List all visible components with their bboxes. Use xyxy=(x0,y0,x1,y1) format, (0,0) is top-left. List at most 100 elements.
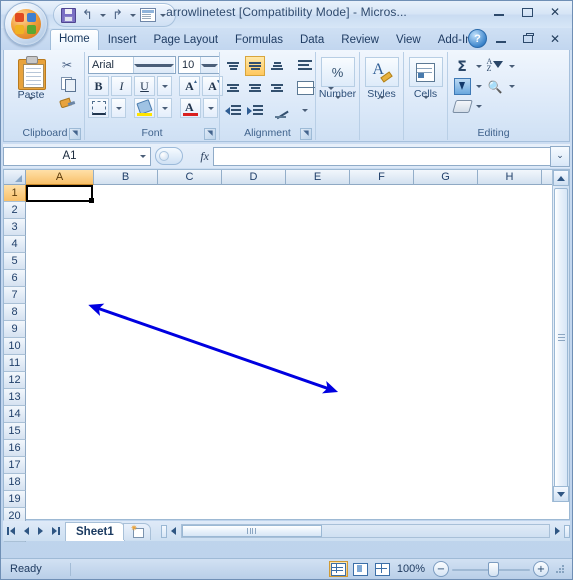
page-layout-view-button[interactable] xyxy=(351,561,370,577)
insert-function-icon[interactable]: fx xyxy=(200,149,209,164)
font-dialog-launcher[interactable]: ◥ xyxy=(204,128,216,140)
ribbon-group-cells[interactable]: Cells xyxy=(403,52,447,140)
column-header-f[interactable]: F xyxy=(350,170,414,185)
fill-color-dropdown[interactable] xyxy=(157,98,172,118)
select-all-button[interactable] xyxy=(4,170,26,185)
fill-button[interactable] xyxy=(451,77,473,96)
row-header-1[interactable]: 1 xyxy=(4,185,26,202)
row-header-7[interactable]: 7 xyxy=(4,287,26,304)
office-button[interactable] xyxy=(4,2,48,46)
row-header-14[interactable]: 14 xyxy=(4,406,26,423)
format-painter-button[interactable] xyxy=(57,94,77,111)
paste-dropdown[interactable] xyxy=(28,97,34,112)
row-header-12[interactable]: 12 xyxy=(4,372,26,389)
number-group-dropdown[interactable] xyxy=(334,96,341,111)
align-left-button[interactable] xyxy=(223,78,243,98)
row-header-6[interactable]: 6 xyxy=(4,270,26,287)
row-header-5[interactable]: 5 xyxy=(4,253,26,270)
tab-insert[interactable]: Insert xyxy=(100,31,145,50)
find-select-dropdown[interactable] xyxy=(506,77,517,96)
fill-dropdown[interactable] xyxy=(473,77,484,96)
name-box-dropdown[interactable] xyxy=(135,154,150,158)
align-center-button[interactable] xyxy=(245,78,265,98)
redo-button[interactable]: ↱ xyxy=(108,6,127,24)
orientation-button[interactable] xyxy=(273,100,293,120)
document-minimize-button[interactable] xyxy=(488,30,514,48)
previous-sheet-button[interactable] xyxy=(21,524,32,538)
document-restore-button[interactable] xyxy=(515,30,541,48)
page-break-view-button[interactable] xyxy=(373,561,392,577)
next-sheet-button[interactable] xyxy=(35,524,46,538)
row-header-8[interactable]: 8 xyxy=(4,304,26,321)
zoom-slider-thumb[interactable] xyxy=(488,561,499,577)
maximize-button[interactable] xyxy=(514,3,540,21)
row-header-13[interactable]: 13 xyxy=(4,389,26,406)
row-header-15[interactable]: 15 xyxy=(4,423,26,440)
horizontal-split-handle[interactable] xyxy=(564,524,570,538)
expand-formula-bar-button[interactable]: ⌄ xyxy=(550,145,570,167)
paste-button[interactable]: Paste xyxy=(9,54,53,127)
row-header-18[interactable]: 18 xyxy=(4,474,26,491)
redo-dropdown[interactable] xyxy=(127,6,138,24)
tab-home[interactable]: Home xyxy=(50,29,99,50)
customize-qat-button[interactable] xyxy=(157,6,168,24)
autosum-button[interactable]: Σ xyxy=(451,57,473,76)
zoom-slider[interactable] xyxy=(452,561,530,577)
find-select-button[interactable]: 🔍 xyxy=(484,77,506,96)
print-preview-button[interactable] xyxy=(138,6,157,24)
increase-indent-button[interactable] xyxy=(245,100,265,120)
cut-button[interactable]: ✂ xyxy=(57,56,77,73)
row-header-4[interactable]: 4 xyxy=(4,236,26,253)
row-header-2[interactable]: 2 xyxy=(4,202,26,219)
vertical-scroll-thumb[interactable] xyxy=(554,188,568,488)
ribbon-group-number[interactable]: % Number xyxy=(315,52,359,140)
row-header-10[interactable]: 10 xyxy=(4,338,26,355)
column-header-h[interactable]: H xyxy=(478,170,542,185)
zoom-level-label[interactable]: 100% xyxy=(395,563,430,575)
align-bottom-button[interactable] xyxy=(267,56,287,76)
ribbon-group-styles[interactable]: A Styles xyxy=(359,52,403,140)
row-header-3[interactable]: 3 xyxy=(4,219,26,236)
bold-button[interactable]: B xyxy=(88,76,109,96)
column-header-c[interactable]: C xyxy=(158,170,222,185)
arrow-shape[interactable] xyxy=(26,185,552,502)
sort-filter-button[interactable]: AZ xyxy=(484,57,506,76)
name-box[interactable]: A1 xyxy=(3,146,151,166)
save-button[interactable] xyxy=(59,6,78,24)
wrap-text-button[interactable] xyxy=(295,56,315,76)
italic-button[interactable]: I xyxy=(111,76,132,96)
horizontal-scroll-thumb[interactable] xyxy=(181,525,322,537)
font-color-button[interactable]: A xyxy=(180,98,201,118)
close-button[interactable]: ✕ xyxy=(542,3,568,21)
document-close-button[interactable]: ✕ xyxy=(542,30,568,48)
column-header-b[interactable]: B xyxy=(94,170,158,185)
styles-group-dropdown[interactable] xyxy=(378,96,385,111)
scroll-up-button[interactable] xyxy=(553,170,569,186)
zoom-in-button[interactable]: + xyxy=(533,561,549,577)
vertical-scrollbar[interactable] xyxy=(552,170,569,502)
column-header-d[interactable]: D xyxy=(222,170,286,185)
cells-group-dropdown[interactable] xyxy=(422,96,429,111)
scroll-down-button[interactable] xyxy=(553,486,569,502)
normal-view-button[interactable] xyxy=(328,561,348,577)
grow-font-button[interactable]: A xyxy=(179,76,200,96)
row-header-11[interactable]: 11 xyxy=(4,355,26,372)
clear-dropdown[interactable] xyxy=(473,97,484,116)
scroll-left-button[interactable] xyxy=(167,524,181,538)
tab-review[interactable]: Review xyxy=(333,31,387,50)
align-middle-button[interactable] xyxy=(245,56,265,76)
formula-input[interactable] xyxy=(213,146,551,166)
row-header-16[interactable]: 16 xyxy=(4,440,26,457)
orientation-dropdown[interactable] xyxy=(295,100,315,120)
row-header-19[interactable]: 19 xyxy=(4,491,26,508)
column-header-g[interactable]: G xyxy=(414,170,478,185)
tab-data[interactable]: Data xyxy=(292,31,332,50)
sheet-tab-sheet1[interactable]: Sheet1 xyxy=(65,521,125,541)
font-name-combo[interactable]: Arial xyxy=(88,56,176,74)
zoom-out-button[interactable]: − xyxy=(433,561,449,577)
resize-grip-icon[interactable] xyxy=(554,563,566,575)
help-button[interactable]: ? xyxy=(468,29,487,48)
font-name-dropdown[interactable] xyxy=(132,57,174,73)
row-header-17[interactable]: 17 xyxy=(4,457,26,474)
row-header-9[interactable]: 9 xyxy=(4,321,26,338)
